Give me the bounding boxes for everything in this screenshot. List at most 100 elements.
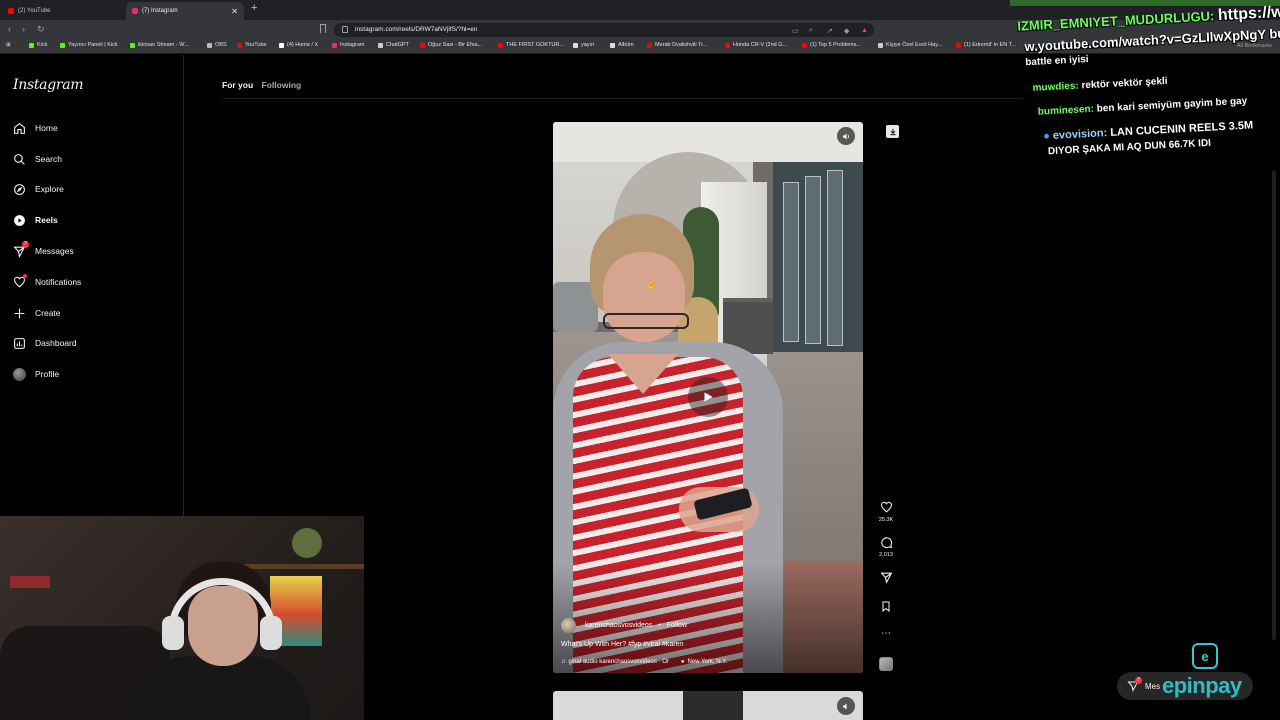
bookmark-item[interactable]: Kick [29,42,47,48]
youtube-icon [802,42,807,48]
bookmark-item[interactable]: Instagram [332,42,364,48]
page-scrollbar[interactable] [1272,170,1276,640]
notification-dot [23,274,27,278]
bookmark-item[interactable]: Oğuz Sasi - Bir Efsa... [420,42,482,48]
bookmark-item[interactable]: Kişiye Özel Evcil Hay... [878,42,942,48]
bookmark-item[interactable]: (1) Top 5 Problems... [802,42,861,48]
follow-button[interactable]: Follow [667,622,687,629]
bookmark-item[interactable]: ikinsan Stream - W... [130,42,189,48]
kick-icon [130,42,135,48]
zoom-icon[interactable]: ⌕ [809,27,813,35]
sidebar-item-notifications[interactable]: Notifications [12,272,81,292]
author-avatar[interactable] [561,618,576,633]
cast-icon[interactable]: ▭ [792,27,799,35]
sidebar-item-label: Profile [35,369,60,379]
mute-button[interactable] [837,127,855,145]
like-action[interactable]: 25.3K [874,501,898,523]
bookmark-item[interactable]: ChatGPT [378,42,409,48]
apps-icon[interactable]: ⊞ [6,42,11,48]
sidebar-item-messages[interactable]: 7 Messages [12,241,74,261]
new-tab-button[interactable]: + [251,2,257,14]
folder-icon [610,42,615,48]
location-link[interactable]: ● New York, N.Y. [681,659,727,665]
mute-button[interactable] [837,697,855,715]
bookmark-item[interactable]: THE FIRST GOKTUR... [498,42,564,48]
omnibox[interactable]: instagram.com/reels/DRW7aNVjifS/?hl=en ▭… [334,23,874,37]
instagram-favicon-icon [132,8,138,14]
location-label: New York, N.Y. [687,659,728,665]
youtube-icon [956,42,961,48]
neon-sign [10,576,50,588]
audio-link[interactable]: ♫ ginal audio karenchaosvosvideos · Or [561,659,669,665]
reload-button[interactable]: ↻ [37,24,45,35]
instagram-logo[interactable]: Instagram [13,77,84,93]
author-username[interactable]: karenchaosvosvideos [585,622,652,629]
reel-video[interactable]: ☝ karenchaosvosvideos • Follow What's Up… [553,122,863,673]
bookmark-item[interactable]: YouTube [237,42,267,48]
youtube-favicon-icon [8,8,14,14]
reel-info: karenchaosvosvideos • Follow What's Up W… [561,618,855,665]
shield-icon[interactable]: ◆ [844,27,849,35]
tab-for-you[interactable]: For you [222,80,253,90]
home-icon [12,121,26,135]
sidebar-item-home[interactable]: Home [12,118,58,138]
sidebar-item-label: Reels [35,215,58,225]
sidebar-item-dashboard[interactable]: Dashboard [12,333,77,353]
back-button[interactable]: ‹ [8,24,11,34]
save-action[interactable] [874,600,898,616]
bookmark-item[interactable]: (4) Home / X [279,42,318,48]
reel-author: karenchaosvosvideos • Follow [561,618,855,633]
download-icon [889,128,896,135]
sidebar-item-reels[interactable]: Reels [12,210,58,230]
youtube-icon [420,42,425,48]
sidebar-item-profile[interactable]: Profile [12,364,59,384]
window-pane [805,176,821,344]
bookmark-item[interactable]: Honda CR-V (2nd G... [725,42,787,48]
site-info-icon[interactable] [342,26,348,33]
bookmark-icon[interactable] [320,24,326,33]
share-icon[interactable]: ↗ [827,27,833,35]
speaker-icon [842,703,846,709]
globe-icon: ● [1042,130,1051,143]
bookmark-item[interactable]: yayın [573,42,594,48]
more-options-icon[interactable]: ⋯ [874,628,898,639]
extension-icon[interactable]: ▲ [861,27,868,34]
paper-plane-icon [879,572,892,584]
share-action[interactable] [874,571,898,587]
chat-message: buminesen: ben kari semiyüm gayim be gay [1037,95,1248,118]
url-text[interactable]: instagram.com/reels/DRW7aNVjifS/?hl=en [355,26,478,33]
bookmark-item[interactable]: Albüm [610,42,634,48]
dashboard-icon [12,336,26,350]
reel-caption[interactable]: What's Up With Her? #fyp #viral #karen [561,641,855,648]
tab-following[interactable]: Following [262,80,302,90]
bookmark-item[interactable]: OBS [207,42,227,48]
heart-icon [12,274,27,289]
tab-youtube[interactable]: (2) YouTube [2,2,124,20]
chat-message: muwdies: rektör vektör şekli [1032,75,1168,94]
sidebar-item-create[interactable]: Create [12,303,61,323]
tab-instagram[interactable]: (7) Instagram ✕ [126,2,244,20]
messages-badge: 7 [1135,677,1142,684]
x-icon [279,42,284,48]
paper-plane-icon: 7 [12,241,29,258]
youtube-icon [498,42,503,48]
sidebar-item-label: Explore [35,184,64,194]
play-button[interactable] [688,377,728,417]
close-tab-icon[interactable]: ✕ [231,7,238,16]
bookmark-item[interactable]: Yayıncı Paneli | Kick [60,42,118,48]
bookmark-item[interactable]: Merab Dvalishvili Tr... [647,42,707,48]
bookmark-item[interactable]: (1) Edremit' in EN T... [956,42,1016,48]
sidebar-item-explore[interactable]: Explore [12,179,64,199]
chat-message: battle en iyisi [1025,53,1089,69]
sidebar-item-search[interactable]: Search [12,149,62,169]
comment-action[interactable]: 2,013 [874,536,898,558]
sponsor-logo: e epinpay [1160,640,1260,702]
audio-thumbnail[interactable] [879,657,893,671]
youtube-icon [647,42,652,48]
download-button[interactable] [886,125,899,138]
next-reel-preview[interactable] [553,691,863,720]
forward-button[interactable]: › [22,24,25,34]
avatar-wrap [12,367,26,381]
heart-icon [880,501,892,513]
sponsor-mark: e [1192,643,1218,669]
